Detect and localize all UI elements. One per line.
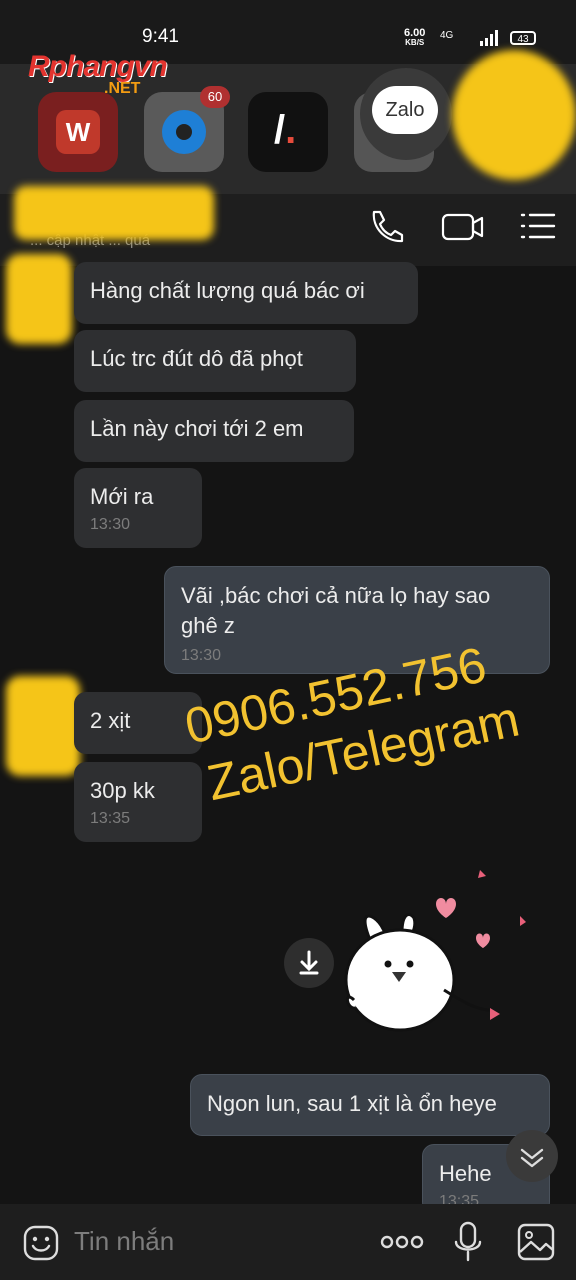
- microphone-icon[interactable]: [452, 1220, 484, 1264]
- network-speed: 6.00 KB/S: [404, 27, 426, 48]
- scroll-down-icon[interactable]: [506, 1130, 558, 1182]
- sticker-icon[interactable]: [22, 1224, 60, 1262]
- download-icon[interactable]: [284, 938, 334, 988]
- message-input[interactable]: Tin nhắn: [74, 1226, 174, 1257]
- blur-blob: [452, 50, 576, 180]
- image-icon[interactable]: [516, 1222, 556, 1262]
- wps-app-icon[interactable]: W: [38, 92, 118, 172]
- battery-icon: 43: [510, 31, 536, 45]
- message-bubble[interactable]: Ngon lun, sau 1 xịt là ổn heye: [190, 1074, 550, 1136]
- video-call-icon[interactable]: [440, 206, 486, 246]
- message-bubble[interactable]: 30p kk 13:35: [74, 762, 202, 842]
- signal-icon: [480, 30, 500, 46]
- slash-app-icon[interactable]: /.: [248, 92, 328, 172]
- message-bubble[interactable]: Lần này chơi tới 2 em: [74, 400, 354, 462]
- call-icon[interactable]: [366, 206, 406, 246]
- network-type: 4G: [440, 30, 454, 41]
- watermark-logo: Rphangvn: [28, 50, 168, 83]
- watermark-suffix: .NET: [104, 80, 141, 97]
- message-bubble[interactable]: Mới ra 13:30: [74, 468, 202, 548]
- avatar[interactable]: [6, 676, 80, 776]
- more-icon[interactable]: [380, 1230, 424, 1254]
- zalo-bubble-icon[interactable]: Zalo: [360, 68, 452, 160]
- menu-icon[interactable]: [518, 208, 558, 248]
- message-bubble[interactable]: Lúc trc đút dô đã phọt: [74, 330, 356, 392]
- message-time: 13:30: [90, 516, 131, 533]
- blur-name: [14, 186, 214, 240]
- notification-badge: 60: [200, 86, 230, 108]
- message-bubble[interactable]: Hàng chất lượng quá bác ơi: [74, 262, 418, 324]
- bunny-sticker[interactable]: [340, 860, 540, 1060]
- avatar[interactable]: [6, 254, 72, 344]
- message-time: 13:35: [90, 810, 131, 827]
- status-time: 9:41: [142, 26, 179, 47]
